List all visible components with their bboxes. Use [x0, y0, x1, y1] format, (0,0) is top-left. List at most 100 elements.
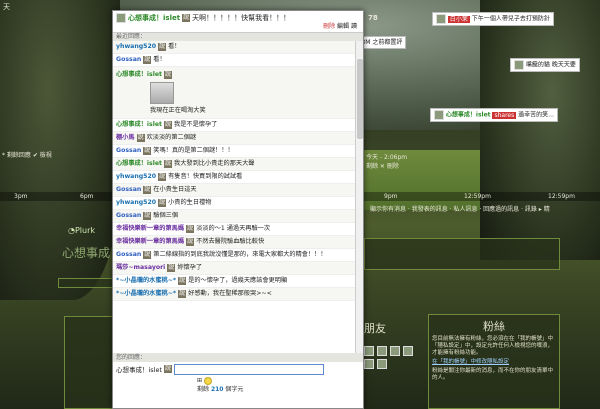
- response-text: 妳懷孕了: [177, 264, 203, 271]
- reply-input[interactable]: [174, 363, 325, 375]
- response-author[interactable]: yhwang520: [116, 41, 156, 53]
- emoticon-icon[interactable]: [204, 376, 213, 385]
- qualifier-badge: 說: [182, 14, 191, 22]
- delete-button[interactable]: 刪除: [323, 23, 335, 30]
- response-author[interactable]: Gossan: [116, 184, 141, 196]
- plurk-icon: ◔: [68, 226, 75, 235]
- response-text: 有隻音！快買到限的試試看: [168, 173, 243, 180]
- shares-badge: shares: [492, 111, 517, 119]
- notification-1[interactable]: 白小茉 下午一個人帶兒子去打預防針: [432, 12, 554, 26]
- author-name[interactable]: 心想事成！islet: [128, 14, 180, 23]
- response-list: yhwang520 說 看！ Gossan 說 看！ 心想事成！islet 說 …: [113, 41, 363, 353]
- qualifier-badge: 說: [158, 199, 167, 207]
- response-row: 幸福快樂新一章的第馬媽 說 淡淡的～1 通過天再驗一次: [113, 223, 363, 236]
- qualifier-badge: 說: [143, 186, 152, 194]
- qualifier-badge: 說: [186, 225, 195, 233]
- profile-title: 心想事成: [62, 246, 111, 260]
- fans-title: 粉絲: [483, 320, 505, 333]
- response-text: 第二條線指的到底我說沒懂是那的，來電大家都大的精會！！！: [153, 251, 327, 258]
- qualifier-badge: 說: [143, 212, 152, 220]
- friend-avatar[interactable]: [364, 359, 374, 369]
- filter-tabs[interactable]: 顯示你有消息 · 我發表的訊息 · 私人訊息 · 回應過的訊息 · 訊錄 ▸ 精: [370, 204, 600, 213]
- response-row: *~小晶瓏的水蜜桃~* 說 好感動，我在聖稀那般哭>~<: [113, 288, 363, 301]
- response-author[interactable]: 心想事成！islet: [116, 69, 162, 81]
- char-counter: 剩餘 210 個字元: [197, 385, 363, 394]
- response-author[interactable]: 瑪莎~masayori: [116, 262, 165, 274]
- time-stamp: 今天 - 2:06pm: [366, 154, 408, 161]
- qualifier-badge: 說: [143, 147, 152, 155]
- qualifier-badge: 說: [158, 43, 167, 51]
- response-author[interactable]: Gossan: [116, 54, 141, 66]
- notif-text: 晚天天要: [551, 61, 576, 69]
- response-text: 我現在正在喝淘大笑: [150, 107, 206, 114]
- plurk-label-text: Plurk: [74, 226, 96, 235]
- fans-description: 您目前無法擁有粉絲，您必須在在「我的帳號」中「隱私設定」中，設定允許任何人檢視您…: [432, 336, 554, 356]
- expand-icon[interactable]: ⊞: [197, 377, 202, 384]
- friend-avatar[interactable]: [364, 346, 374, 356]
- notif-text: 過幸苦的笑...: [518, 111, 554, 119]
- friend-avatar[interactable]: [403, 346, 413, 356]
- response-author[interactable]: yhwang520: [116, 171, 156, 183]
- your-response-label: 您的回應：: [113, 353, 363, 362]
- response-author[interactable]: yhwang520: [116, 197, 156, 209]
- background-tree-right: [480, 0, 600, 260]
- profile-avatar-panel: [64, 316, 114, 409]
- counter-value: 210: [210, 386, 224, 393]
- profile-input-panel: [364, 238, 560, 270]
- edit-button[interactable]: 編輯: [337, 23, 349, 30]
- image-thumbnail[interactable]: [150, 82, 174, 104]
- friends-label: 朋友: [364, 322, 386, 335]
- more-button[interactable]: 讀: [351, 23, 357, 30]
- top-number: 78: [368, 14, 378, 22]
- qualifier-badge: 說: [178, 277, 187, 285]
- counter-unit: 個字元: [225, 386, 244, 393]
- qualifier-select[interactable]: 說: [164, 365, 173, 373]
- notification-4[interactable]: 心想事成！islet shares 過幸苦的笑...: [430, 108, 558, 122]
- response-row: 幸福快樂新一章的第馬媽 說 不然去醫院驗血驗比較快: [113, 236, 363, 249]
- response-text: 在小貴生日這天: [153, 186, 197, 193]
- response-author[interactable]: Gossan: [116, 249, 141, 261]
- time-label: 6pm: [80, 193, 94, 200]
- response-text: 笑嗎！真的是第二個謎！！！: [153, 147, 234, 154]
- response-row: Gossan 說 第二條線指的到底我說沒懂是那的，來電大家都大的精會！！！: [113, 249, 363, 262]
- response-text: 我是不是懷孕了: [174, 121, 218, 128]
- response-author[interactable]: 幸福快樂新一章的第馬媽: [116, 236, 184, 248]
- response-author[interactable]: 心想事成！islet: [116, 158, 162, 170]
- response-text: 看！: [168, 43, 181, 50]
- response-author[interactable]: 棚小馬: [116, 132, 135, 144]
- response-author[interactable]: *~小晶瓏的水蜜桃~*: [116, 275, 176, 287]
- response-row: 棚小馬 說 欢淡淡的第二個謎: [113, 132, 363, 145]
- notification-3[interactable]: 嘴饞的貓 晚天天要: [510, 58, 580, 72]
- plurk-label[interactable]: ◔Plurk: [68, 226, 95, 235]
- reply-bar: 心想事成！islet 說: [113, 362, 363, 376]
- response-text: 小貴的生日禮物: [168, 199, 212, 206]
- response-row: yhwang520 說 有隻音！快買到限的試試看: [113, 171, 363, 184]
- response-row: Gossan 說 笑嗎！真的是第二個謎！！！: [113, 145, 363, 158]
- response-author[interactable]: *~小晶瓏的水蜜桃~*: [116, 288, 176, 300]
- qualifier-badge: 說: [158, 173, 167, 181]
- reply-author: 心想事成！islet: [116, 366, 163, 374]
- qualifier-badge: 說: [164, 71, 173, 79]
- reply-count[interactable]: 剩餘 ✕ 刪除: [366, 161, 399, 170]
- scrollbar-thumb[interactable]: [357, 59, 363, 139]
- response-scrollbar[interactable]: [355, 41, 363, 353]
- response-author[interactable]: 幸福快樂新一章的第馬媽: [116, 223, 184, 235]
- friend-avatar[interactable]: [390, 346, 400, 356]
- response-author[interactable]: Gossan: [116, 210, 141, 222]
- privacy-settings-link[interactable]: 在「我的帳號」中修改隱私設定: [432, 359, 556, 366]
- response-text: 驗個三個: [153, 212, 179, 219]
- response-row: Gossan 說 驗個三個: [113, 210, 363, 223]
- status-left[interactable]: * 剩餘回應 ✔ 檢視: [2, 150, 52, 159]
- friend-avatar[interactable]: [377, 346, 387, 356]
- response-text: 好感動，我在聖稀那般哭>~<: [188, 290, 272, 297]
- response-row: 心想事成！islet 說 我大發到比小貴走的那天大聲: [113, 158, 363, 171]
- response-author[interactable]: Gossan: [116, 145, 141, 157]
- response-row: 心想事成！islet 說 我是不是懷孕了: [113, 119, 363, 132]
- response-author[interactable]: 心想事成！islet: [116, 119, 162, 131]
- user-avatar[interactable]: [116, 13, 126, 23]
- notif-name: 心想事成！islet: [445, 111, 491, 119]
- user-avatar: [434, 110, 444, 120]
- time-label: 12:59pm: [464, 193, 491, 200]
- friend-avatar[interactable]: [377, 359, 387, 369]
- response-row: 心想事成！islet 說 我現在正在喝淘大笑: [113, 67, 363, 119]
